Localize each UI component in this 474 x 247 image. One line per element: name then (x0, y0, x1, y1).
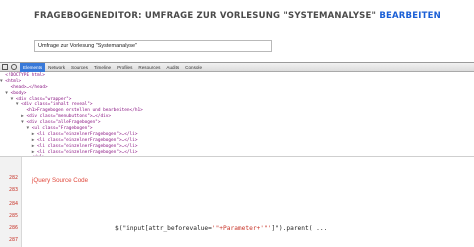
devtools-tab-network[interactable]: Network (45, 63, 68, 72)
questionnaire-title-input[interactable] (34, 40, 272, 52)
devtools-tabs: Elements Network Sources Timeline Profiles Re… (20, 62, 205, 72)
element-markup: <!DOCTYPE html> (5, 73, 45, 78)
code-statement: $("input[attr_beforevalue='"+Parameter+'… (115, 225, 327, 232)
code-string: '"+Parameter+'"' (211, 225, 272, 232)
line-number: 285 (8, 213, 18, 219)
element-markup: <h1>Fragebogen erstellen und bearbeiten<… (26, 108, 143, 114)
code-prefix: $("input[attr_beforevalue= (115, 225, 212, 232)
devtools-tab-profiles[interactable]: Profiles (114, 63, 135, 72)
inspect-icon[interactable] (11, 64, 17, 70)
element-markup: <div class="inhalt reveal"> (21, 102, 93, 108)
page-heading-action: BEARBEITEN (379, 11, 441, 21)
devtools-tab-sources[interactable]: Sources (68, 63, 91, 72)
devtools-toolbar: Elements Network Sources Timeline Profiles Re… (0, 62, 474, 72)
element-markup: <div class="alleFragebogen"> (26, 120, 101, 126)
devtools-tab-audits[interactable]: Audits (163, 63, 182, 72)
element-markup: <li class="einzelnerFragebogen">…</li> (37, 131, 138, 137)
code-suffix: ]").parent( ... (271, 225, 328, 232)
line-number: 287 (8, 237, 18, 243)
devtools-tab-elements[interactable]: Elements (20, 62, 46, 72)
line-number: 284 (8, 201, 18, 207)
devtools-tab-timeline[interactable]: Timeline (91, 63, 114, 72)
element-markup: <li class="einzelnerFragebogen">…</li> (37, 149, 138, 155)
devtools-panel: Elements Network Sources Timeline Profiles Re… (0, 62, 474, 156)
elements-tree: <!DOCTYPE html> ▼ <html> <head>…</head> ▼… (0, 72, 474, 156)
element-markup: <ul class="Fragebogen"> (31, 126, 93, 132)
code-comment: jQuery Source Code (32, 177, 89, 184)
element-markup: <html> (5, 78, 22, 84)
element-markup: <div class="menubuttons">…</div> (26, 114, 112, 120)
code-editor: 282 283 284 285 286 287 jQuery Source Code $(… (0, 156, 474, 247)
element-markup: <head>…</head> (10, 84, 48, 90)
page-heading-title: FRAGEBOGENEDITOR: UMFRAGE ZUR VORLESUNG … (34, 11, 377, 21)
page-top-area: FRAGEBOGENEDITOR: UMFRAGE ZUR VORLESUNG … (0, 0, 474, 62)
dock-icon[interactable] (2, 64, 8, 70)
devtools-tab-console[interactable]: Console (182, 63, 205, 72)
element-markup: <li class="einzelnerFragebogen">…</li> (37, 137, 138, 143)
element-markup: <body> (10, 90, 27, 96)
devtools-tab-resources[interactable]: Resources (135, 63, 163, 72)
element-markup: <div class="wrapper"> (15, 96, 72, 102)
element-markup: <li class="einzelnerFragebogen">…</li> (37, 143, 138, 149)
line-number: 283 (8, 187, 18, 193)
line-number: 286 (8, 225, 18, 231)
page-heading: FRAGEBOGENEDITOR: UMFRAGE ZUR VORLESUNG … (34, 11, 464, 31)
line-gutter: 282 283 284 285 286 287 (0, 157, 22, 247)
line-number: 282 (8, 175, 18, 181)
